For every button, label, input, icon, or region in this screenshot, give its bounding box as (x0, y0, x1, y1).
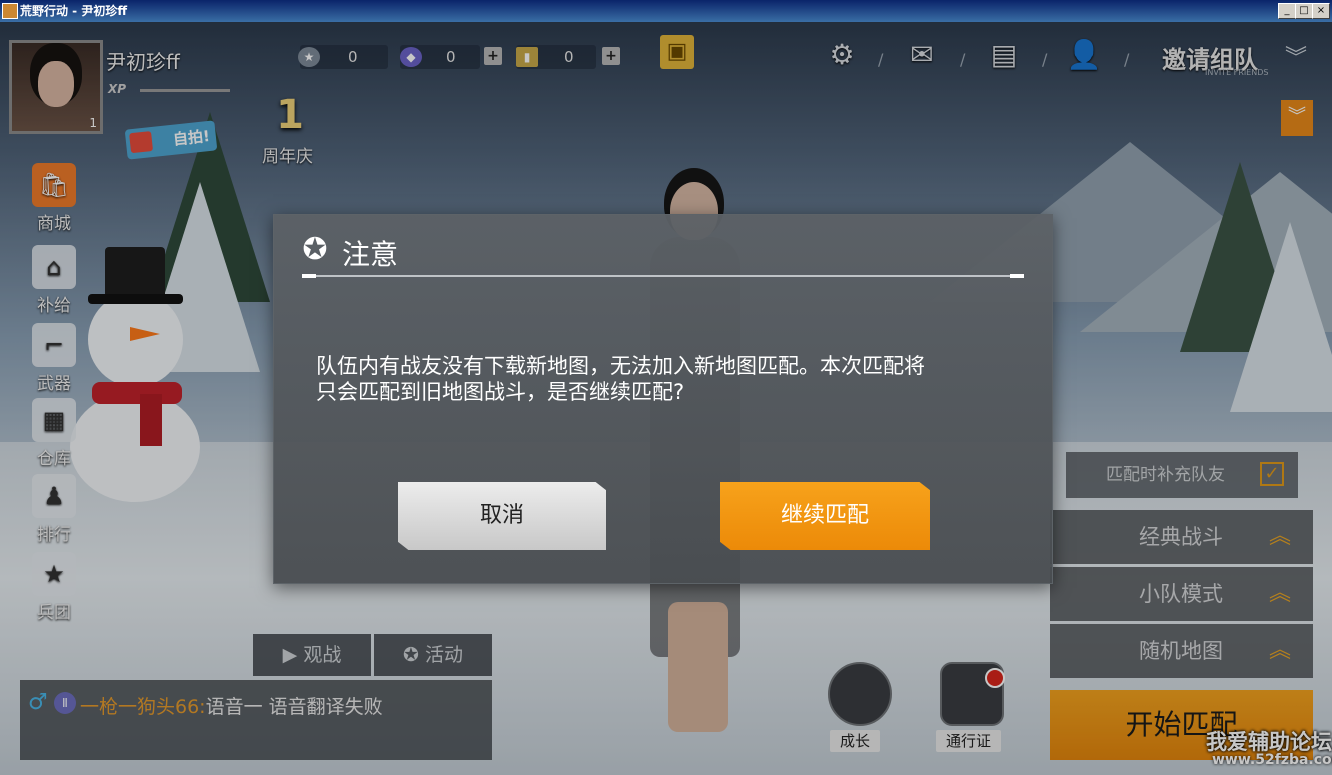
dialog-message-line1: 队伍内有战友没有下载新地图，无法加入新地图匹配。本次匹配将 (316, 354, 925, 378)
notice-dialog: ✪ 注意 队伍内有战友没有下载新地图，无法加入新地图匹配。本次匹配将 只会匹配到… (273, 214, 1053, 584)
dialog-divider (302, 274, 1024, 278)
dialog-title: 注意 (342, 238, 399, 271)
cancel-button[interactable]: 取消 (398, 482, 606, 550)
dialog-message-line2: 只会匹配到旧地图战斗，是否继续匹配? (316, 380, 685, 404)
continue-match-button[interactable]: 继续匹配 (720, 482, 930, 550)
minimize-button[interactable]: _ (1278, 3, 1296, 19)
window-title: 荒野行动 - 尹初珍ff (20, 4, 128, 18)
dialog-message: 队伍内有战友没有下载新地图，无法加入新地图匹配。本次匹配将 只会匹配到旧地图战斗… (316, 353, 1016, 405)
star-logo-icon: ✪ (302, 232, 328, 267)
app-icon (2, 3, 18, 19)
maximize-button[interactable]: □ (1295, 3, 1313, 19)
close-button[interactable]: × (1312, 3, 1330, 19)
window-titlebar: 荒野行动 - 尹初珍ff _ □ × (0, 0, 1332, 22)
